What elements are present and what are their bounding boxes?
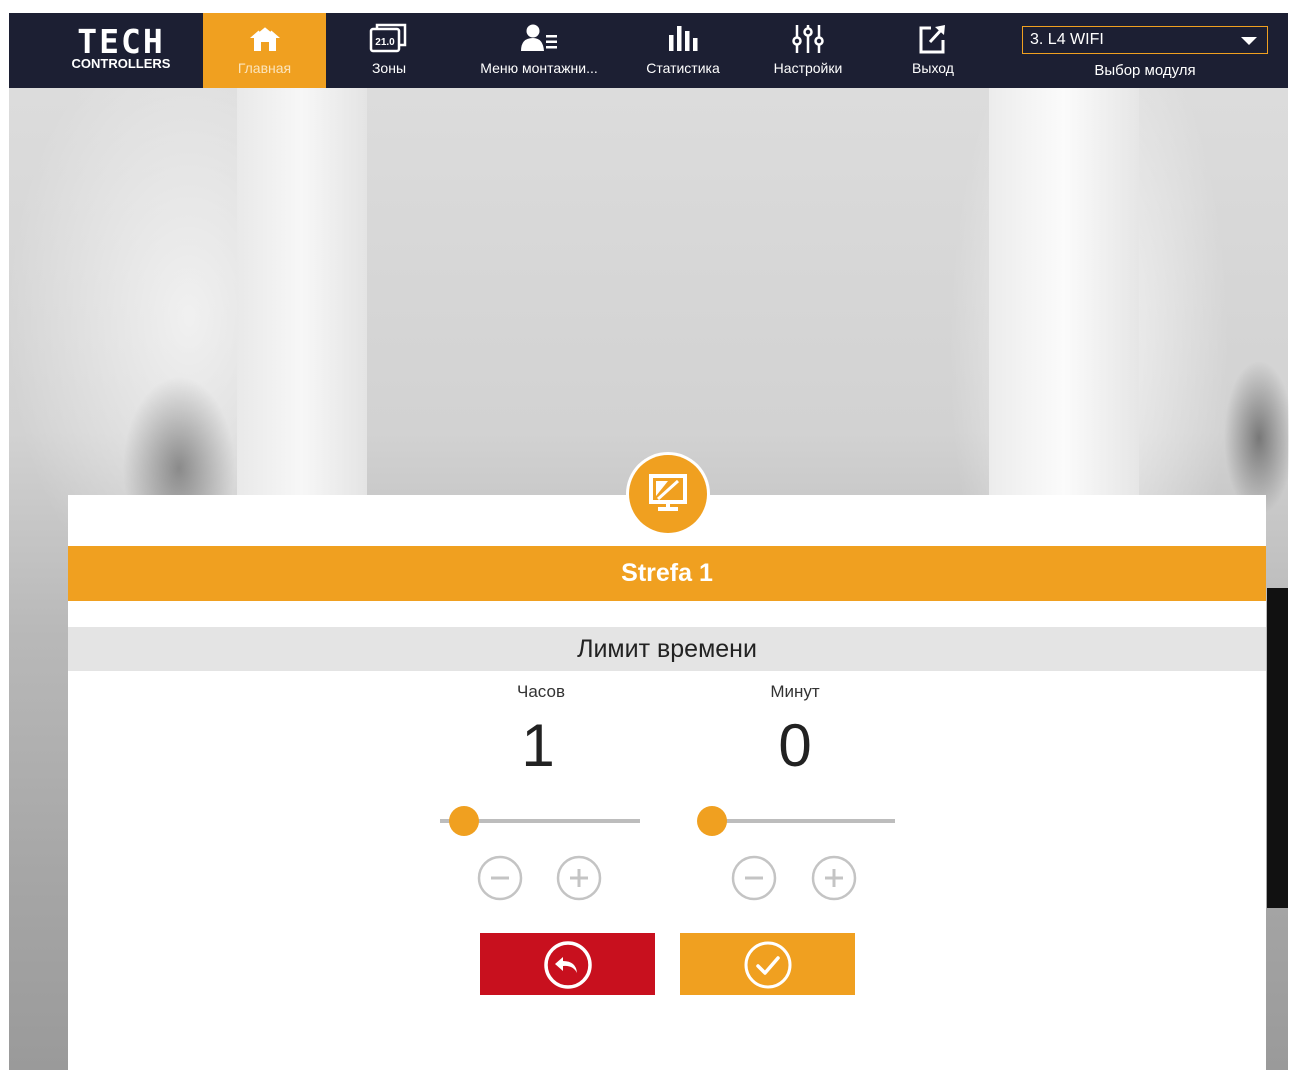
nav-home-label: Главная (237, 60, 292, 76)
hours-decrease-button[interactable] (477, 855, 523, 901)
nav-exit-label: Выход (912, 60, 954, 76)
installer-menu-icon (519, 23, 559, 58)
minutes-slider-track[interactable] (712, 819, 895, 823)
zone-name: Strefa 1 (621, 559, 713, 587)
background-pillar-left (237, 88, 367, 508)
minutes-label: Минут (770, 682, 820, 701)
zone-icon-badge (626, 452, 710, 536)
section-header: Лимит времени (68, 627, 1266, 671)
undo-icon (544, 941, 592, 989)
confirm-button[interactable] (680, 933, 855, 995)
logo-brand-text: TECH (77, 22, 165, 61)
section-title: Лимит времени (577, 635, 757, 663)
chevron-down-icon (1241, 37, 1257, 45)
minutes-decrease-button[interactable] (731, 855, 777, 901)
nav-statistics[interactable]: Статистика (629, 13, 737, 88)
cancel-button[interactable] (480, 933, 655, 995)
minutes-increase-button[interactable] (811, 855, 857, 901)
minutes-value: 0 (778, 712, 812, 779)
exit-icon (918, 23, 948, 60)
settings-sliders-icon (790, 23, 826, 60)
nav-zones-label: Зоны (371, 60, 407, 76)
background-dark-edge (1267, 588, 1288, 908)
background-pillar-right (989, 88, 1139, 518)
plus-icon (811, 855, 857, 901)
logo-sub-text: CONTROLLERS (71, 56, 171, 71)
nav-zones[interactable]: 21.0 Зоны (339, 13, 439, 88)
display-icon (649, 474, 687, 511)
zone-icon-circle (629, 455, 707, 533)
nav-settings-label: Настройки (773, 60, 843, 76)
zone-title-bar: Strefa 1 (68, 546, 1266, 601)
nav-installer-menu-label: Меню монтажни... (480, 60, 598, 76)
nav-statistics-label: Статистика (646, 60, 720, 76)
top-navigation-bar: TECH CONTROLLERS Главная 21.0 Зоны Меню … (9, 13, 1288, 88)
nav-home[interactable]: Главная (203, 13, 326, 88)
nav-settings[interactable]: Настройки (754, 13, 862, 88)
minutes-slider[interactable] (697, 804, 895, 838)
zones-icon-badge: 21.0 (375, 37, 395, 48)
app-frame: TECH CONTROLLERS Главная 21.0 Зоны Меню … (0, 0, 1301, 1070)
hours-value: 1 (521, 712, 555, 779)
minus-icon (477, 855, 523, 901)
check-icon (744, 941, 792, 989)
hours-increase-button[interactable] (556, 855, 602, 901)
minus-icon (731, 855, 777, 901)
tech-controllers-logo[interactable]: TECH CONTROLLERS (61, 22, 181, 77)
plus-icon (556, 855, 602, 901)
module-select[interactable]: 3. L4 WIFI (1022, 26, 1268, 54)
nav-exit[interactable]: Выход (885, 13, 981, 88)
home-icon (248, 23, 282, 58)
module-select-value: 3. L4 WIFI (1030, 31, 1104, 48)
hours-label: Часов (517, 682, 565, 701)
minutes-slider-thumb[interactable] (697, 806, 727, 836)
zones-icon: 21.0 (369, 23, 409, 60)
module-select-label: Выбор модуля (1094, 62, 1196, 79)
hours-slider-thumb[interactable] (449, 806, 479, 836)
statistics-icon (665, 23, 701, 58)
hours-slider[interactable] (440, 804, 640, 838)
nav-installer-menu[interactable]: Меню монтажни... (459, 13, 619, 88)
